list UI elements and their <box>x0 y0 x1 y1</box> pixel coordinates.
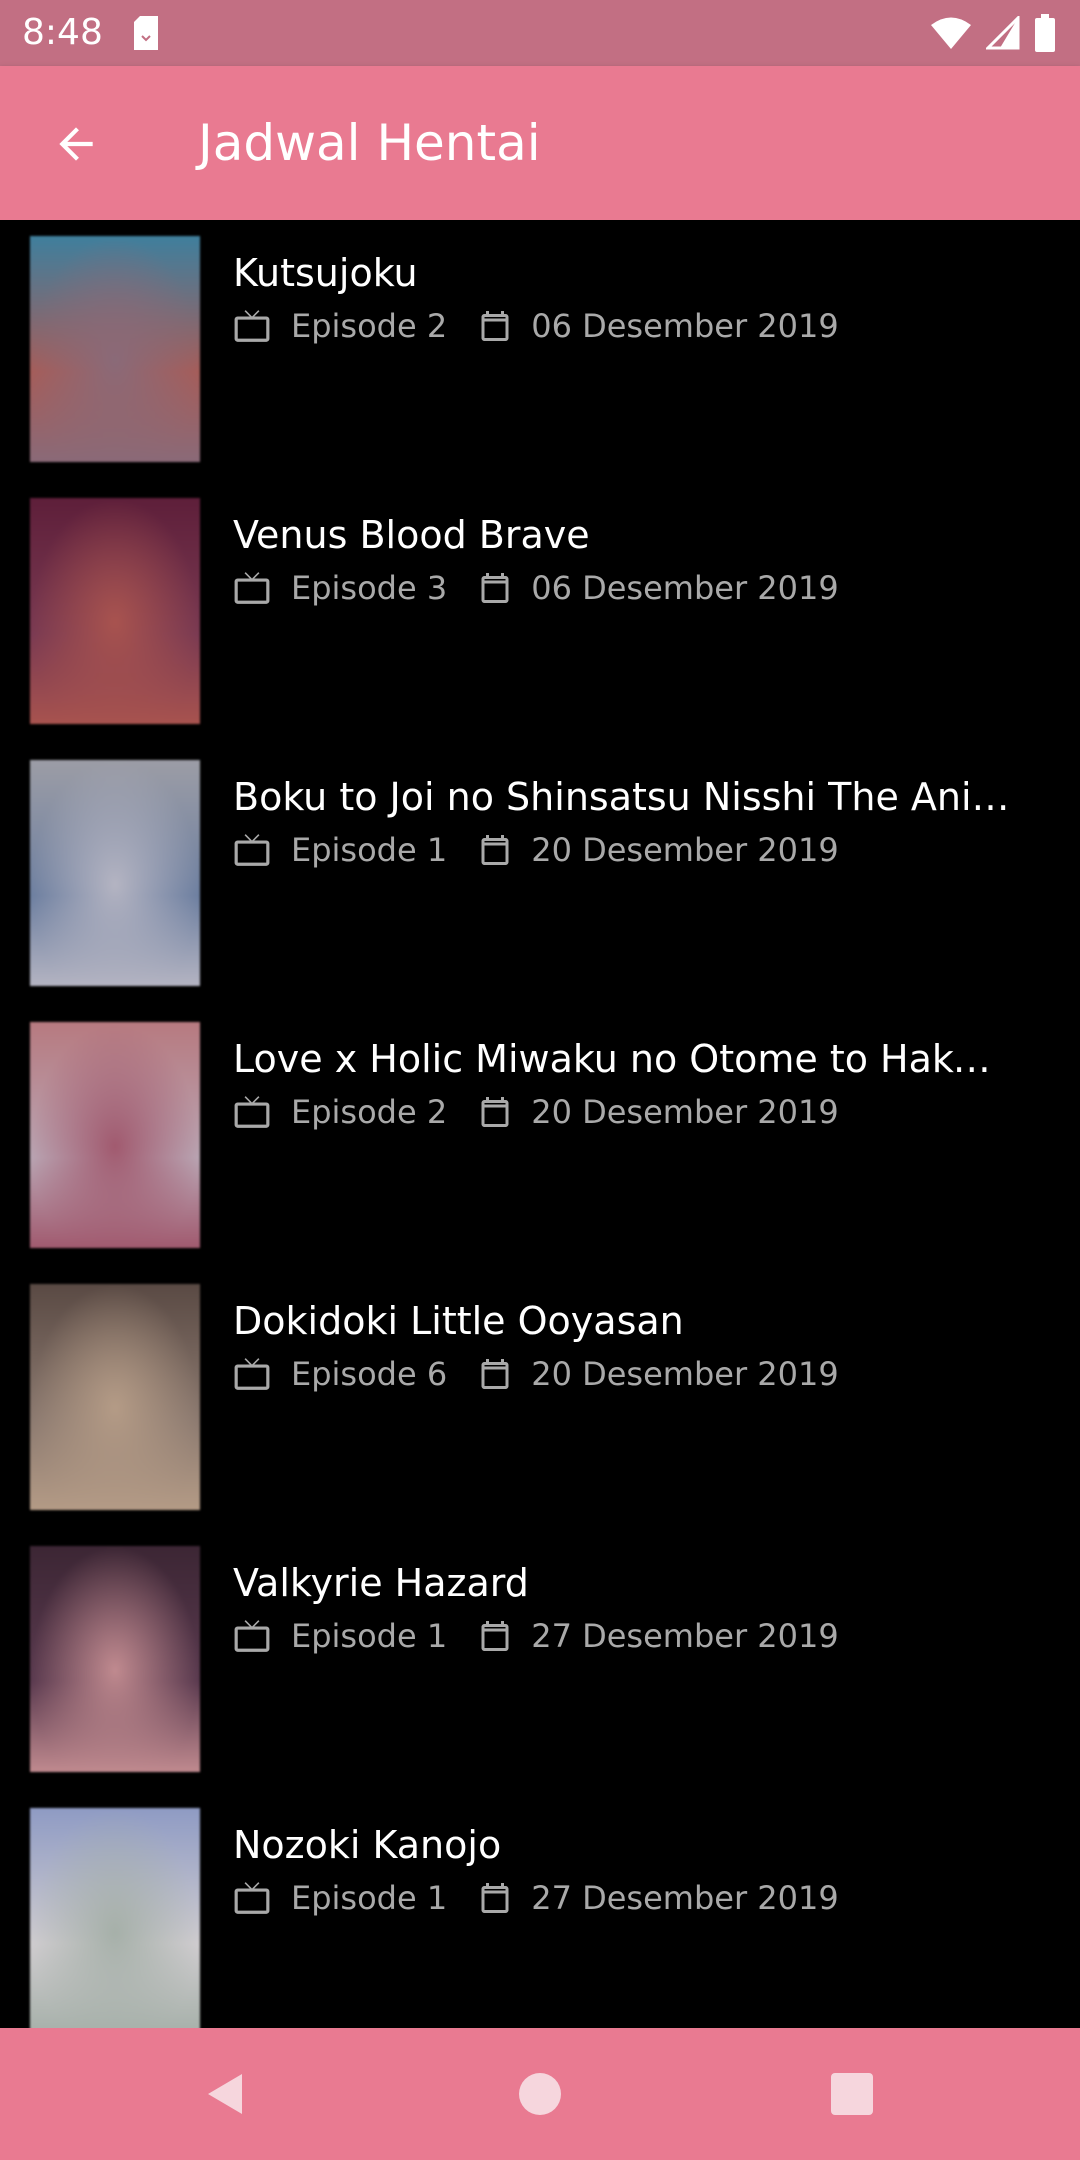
calendar-icon <box>481 1883 509 1913</box>
nav-back-button[interactable] <box>186 2054 266 2134</box>
nav-recents-icon <box>831 2073 873 2115</box>
nav-back-icon <box>208 2074 242 2114</box>
system-nav-bar <box>0 2028 1080 2160</box>
episode-meta: Episode 2 06 Desember 2019 <box>233 304 839 348</box>
schedule-item[interactable]: Love x Holic Miwaku no Otome to Hakudaku… <box>0 1006 1080 1268</box>
calendar-icon <box>481 835 509 865</box>
calendar-icon <box>481 573 509 603</box>
tv-icon <box>234 572 270 604</box>
calendar-icon <box>481 1097 509 1127</box>
sd-card-icon <box>134 16 158 50</box>
anime-title: Boku to Joi no Shinsatsu Nisshi The Anim… <box>233 775 1013 819</box>
calendar-icon <box>481 1359 509 1389</box>
episode-meta: Episode 1 27 Desember 2019 <box>233 1614 839 1658</box>
release-date: 27 Desember 2019 <box>531 1879 839 1917</box>
cover-thumbnail <box>30 760 200 986</box>
tv-icon <box>234 1882 270 1914</box>
cover-thumbnail <box>30 1022 200 1248</box>
calendar-icon <box>481 311 509 341</box>
release-date: 20 Desember 2019 <box>531 1093 839 1131</box>
release-date: 27 Desember 2019 <box>531 1617 839 1655</box>
page-title: Jadwal Hentai <box>198 114 541 172</box>
episode-meta: Episode 1 20 Desember 2019 <box>233 828 839 872</box>
episode-label: Episode 1 <box>291 831 448 869</box>
arrow-back-icon <box>59 127 93 161</box>
episode-meta: Episode 3 06 Desember 2019 <box>233 566 839 610</box>
schedule-item[interactable]: Valkyrie Hazard Episode 1 27 Desember 20… <box>0 1530 1080 1792</box>
cover-thumbnail <box>30 498 200 724</box>
episode-meta: Episode 2 20 Desember 2019 <box>233 1090 839 1134</box>
tv-icon <box>234 1358 270 1390</box>
release-date: 20 Desember 2019 <box>531 1355 839 1393</box>
anime-title: Love x Holic Miwaku no Otome to Hakudaku… <box>233 1037 1013 1081</box>
schedule-item[interactable]: Kutsujoku Episode 2 06 Desember 2019 <box>0 220 1080 482</box>
cover-thumbnail <box>30 236 200 462</box>
episode-label: Episode 6 <box>291 1355 448 1393</box>
release-date: 06 Desember 2019 <box>531 307 839 345</box>
tv-icon <box>234 310 270 342</box>
schedule-list[interactable]: Kutsujoku Episode 2 06 Desember 2019 Ven… <box>0 220 1080 2028</box>
status-time: 8:48 <box>22 12 103 53</box>
anime-title: Kutsujoku <box>233 251 418 295</box>
cover-thumbnail <box>30 1808 200 2028</box>
nav-home-button[interactable] <box>500 2054 580 2134</box>
status-icons <box>930 12 1056 54</box>
anime-title: Dokidoki Little Ooyasan <box>233 1299 684 1343</box>
release-date: 06 Desember 2019 <box>531 569 839 607</box>
tv-icon <box>234 834 270 866</box>
wifi-icon <box>931 17 971 49</box>
status-bar: 8:48 <box>0 0 1080 66</box>
tv-icon <box>234 1620 270 1652</box>
cover-thumbnail <box>30 1546 200 1772</box>
release-date: 20 Desember 2019 <box>531 831 839 869</box>
schedule-item[interactable]: Nozoki Kanojo Episode 1 27 Desember 2019 <box>0 1792 1080 2028</box>
schedule-item[interactable]: Venus Blood Brave Episode 3 06 Desember … <box>0 482 1080 744</box>
episode-label: Episode 2 <box>291 1093 448 1131</box>
episode-label: Episode 3 <box>291 569 448 607</box>
episode-meta: Episode 6 20 Desember 2019 <box>233 1352 839 1396</box>
app-bar: Jadwal Hentai <box>0 66 1080 220</box>
cell-signal-icon <box>986 16 1020 50</box>
tv-icon <box>234 1096 270 1128</box>
back-button[interactable] <box>40 108 112 180</box>
episode-label: Episode 1 <box>291 1617 448 1655</box>
anime-title: Valkyrie Hazard <box>233 1561 529 1605</box>
schedule-item[interactable]: Boku to Joi no Shinsatsu Nisshi The Anim… <box>0 744 1080 1006</box>
calendar-icon <box>481 1621 509 1651</box>
nav-home-icon <box>519 2073 561 2115</box>
episode-meta: Episode 1 27 Desember 2019 <box>233 1876 839 1920</box>
episode-label: Episode 1 <box>291 1879 448 1917</box>
battery-icon <box>1035 14 1055 52</box>
cover-thumbnail <box>30 1284 200 1510</box>
episode-label: Episode 2 <box>291 307 448 345</box>
anime-title: Nozoki Kanojo <box>233 1823 502 1867</box>
nav-recents-button[interactable] <box>812 2054 892 2134</box>
schedule-item[interactable]: Dokidoki Little Ooyasan Episode 6 20 Des… <box>0 1268 1080 1530</box>
anime-title: Venus Blood Brave <box>233 513 590 557</box>
